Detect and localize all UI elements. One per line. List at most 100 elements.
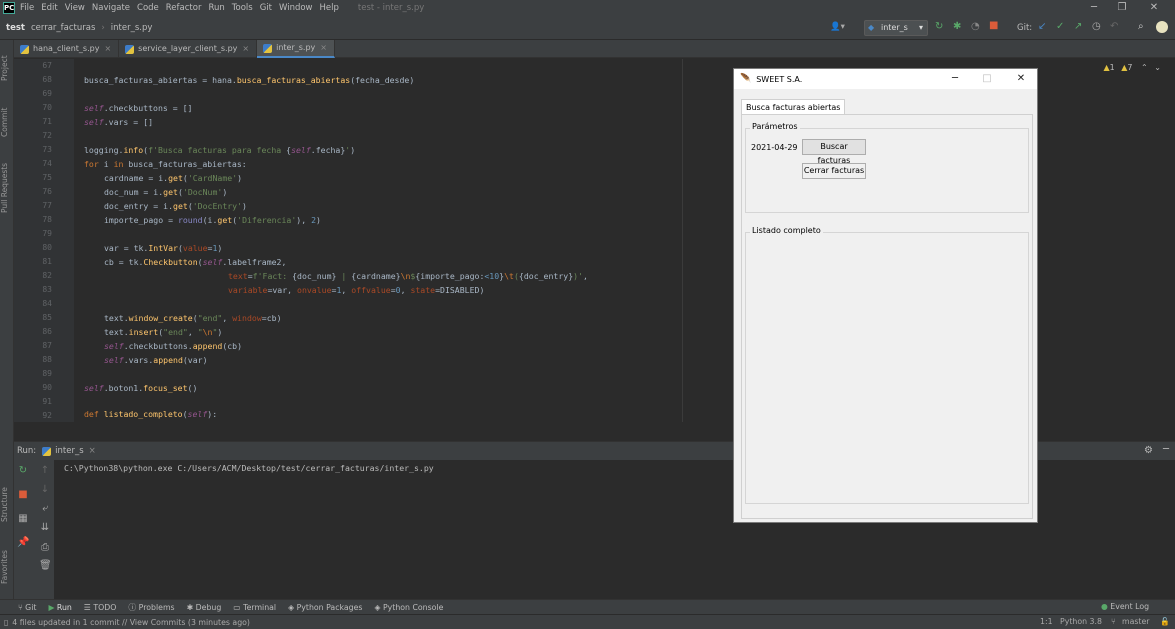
git-push-icon[interactable]: ↗ (1074, 21, 1082, 32)
menu-code[interactable]: Code (137, 3, 159, 13)
python-file-icon (125, 44, 135, 54)
editor-tabs: hana_client_s.py × service_layer_client_s… (14, 40, 1175, 58)
params-labelframe: Parámetros 2021-04-29 Buscar facturas Ce… (745, 122, 1029, 213)
code-line-78: importe_pago = round(i.get('Diferencia')… (104, 215, 321, 225)
menu-tools[interactable]: Tools (232, 3, 253, 13)
close-tab-icon[interactable]: × (320, 39, 327, 57)
git-commit-icon[interactable]: ✓ (1056, 21, 1064, 32)
tool-run[interactable]: ▶ Run (48, 603, 71, 612)
tab-service-layer-client[interactable]: service_layer_client_s.py × (119, 40, 258, 58)
inspection-widget[interactable]: ▲1 ▲7 ⌃ ⌄ (1103, 63, 1161, 72)
menu-refactor[interactable]: Refactor (166, 3, 202, 13)
tool-git[interactable]: ⑂ Git (18, 603, 36, 612)
favorites-tool-label[interactable]: Favorites (0, 545, 14, 590)
code-line-77: doc_entry = i.get('DocEntry') (104, 201, 247, 211)
caret-position[interactable]: 1:1 (1040, 617, 1053, 626)
breadcrumb-file[interactable]: inter_s.py (111, 23, 153, 33)
minimize-icon[interactable]: ─ (1080, 0, 1108, 16)
project-tool-label[interactable]: Project (0, 48, 14, 88)
structure-tool-label[interactable]: Structure (0, 480, 14, 530)
line-number: 69 (42, 89, 52, 98)
menu-help[interactable]: Help (320, 3, 339, 13)
avatar[interactable] (1156, 21, 1168, 33)
debug-icon[interactable]: ✱ (953, 21, 961, 32)
user-icon[interactable]: 👤▾ (830, 22, 845, 32)
pin-icon[interactable]: 📌 (17, 537, 29, 549)
menu-view[interactable]: View (65, 3, 85, 13)
chevron-up-icon[interactable]: ⌃ (1141, 63, 1148, 72)
git-update-icon[interactable]: ↙ (1038, 21, 1046, 32)
tool-python-packages[interactable]: ◈ Python Packages (288, 603, 362, 612)
rerun-icon[interactable]: ↻ (935, 21, 943, 32)
line-number: 81 (42, 257, 52, 266)
tk-close-icon[interactable]: ✕ (1005, 69, 1037, 89)
search-icon[interactable]: ⌕ (1138, 21, 1144, 32)
right-margin-guide (682, 59, 683, 422)
tool-python-console[interactable]: ◈ Python Console (374, 603, 443, 612)
close-tab-icon[interactable]: × (104, 40, 111, 58)
hide-icon[interactable]: ─ (1163, 444, 1169, 455)
stop-icon[interactable]: ■ (989, 20, 998, 31)
tool-todo[interactable]: ☰ TODO (84, 603, 117, 612)
console-output[interactable]: C:\Python38\python.exe C:/Users/ACM/Desk… (64, 463, 434, 473)
menu-git[interactable]: Git (260, 3, 272, 13)
commit-tool-label[interactable]: Commit (0, 102, 14, 142)
line-number: 87 (42, 341, 52, 350)
coverage-icon[interactable]: ◔ (971, 21, 980, 32)
tab-inter-s[interactable]: inter_s.py × (257, 40, 335, 58)
restore-icon[interactable]: ❐ (1108, 0, 1136, 16)
buscar-facturas-button[interactable]: Buscar facturas (802, 139, 866, 165)
status-bar: ▯ 4 files updated in 1 commit // View Co… (0, 614, 1175, 629)
code-line-85: text.window_create("end", window=cb) (104, 313, 282, 323)
chevron-down-icon[interactable]: ⌄ (1154, 63, 1161, 72)
menu-edit[interactable]: Edit (41, 3, 57, 13)
line-number: 76 (42, 187, 52, 196)
notebook-tab[interactable]: Busca facturas abiertas (741, 99, 846, 115)
status-message[interactable]: 4 files updated in 1 commit // View Comm… (12, 618, 250, 627)
tk-minimize-icon[interactable]: ─ (939, 69, 971, 89)
git-branch[interactable]: master (1122, 617, 1150, 626)
history-icon[interactable]: ◷ (1092, 21, 1101, 32)
print-icon[interactable]: ⎙ (39, 542, 51, 554)
tool-problems[interactable]: ⓘ Problems (128, 602, 174, 613)
run-tab-label[interactable]: inter_s (55, 446, 83, 456)
tab-hana-client[interactable]: hana_client_s.py × (14, 40, 120, 58)
soft-wrap-icon[interactable]: ⤶ (39, 503, 51, 515)
run-configuration-label: inter_s (881, 23, 908, 32)
breadcrumb-folder[interactable]: cerrar_facturas (31, 23, 95, 33)
down-icon[interactable]: ↓ (39, 484, 51, 496)
code-line-88: self.vars.append(var) (104, 355, 208, 365)
warning-count-a: 1 (1109, 63, 1115, 72)
stop-icon[interactable]: ■ (17, 489, 29, 501)
event-log-button[interactable]: ● Event Log (1101, 602, 1149, 611)
lock-icon[interactable]: 🔓 (1160, 617, 1170, 626)
close-run-tab-icon[interactable]: × (89, 446, 96, 456)
menu-navigate[interactable]: Navigate (92, 3, 130, 13)
scroll-to-end-icon[interactable]: ⇊ (39, 522, 51, 534)
close-tab-icon[interactable]: × (242, 40, 249, 58)
tool-terminal[interactable]: ▭ Terminal (233, 603, 276, 612)
notebook-page: Parámetros 2021-04-29 Buscar facturas Ce… (741, 114, 1033, 519)
run-toolbar: ↻ ↑ ↓ ■ ⤶ ▦ ⇊ 📌 ⎙ 🗑 (14, 460, 54, 600)
up-icon[interactable]: ↑ (39, 465, 51, 477)
run-configuration-select[interactable]: ◆ inter_s ▾ (864, 20, 928, 36)
menu-file[interactable]: File (20, 3, 34, 13)
interpreter-indicator[interactable]: Python 3.8 (1060, 617, 1102, 626)
breadcrumb-project[interactable]: test (6, 23, 25, 33)
menu-run[interactable]: Run (208, 3, 224, 13)
breadcrumb-separator-icon: › (101, 22, 105, 33)
tool-debug[interactable]: ✱ Debug (187, 603, 222, 612)
pull-requests-tool-label[interactable]: Pull Requests (0, 158, 14, 218)
rollback-icon[interactable]: ↶ (1110, 21, 1118, 32)
close-icon[interactable]: ✕ (1140, 0, 1168, 16)
code-line-81: cb = tk.Checkbutton(self.labelframe2, (104, 257, 287, 267)
gear-icon[interactable]: ⚙ (1144, 445, 1153, 456)
trash-icon[interactable]: 🗑 (39, 560, 52, 572)
rerun-icon[interactable]: ↻ (17, 465, 29, 477)
cerrar-facturas-button[interactable]: Cerrar facturas (802, 163, 866, 179)
layout-icon[interactable]: ▦ (17, 513, 29, 525)
menu-window[interactable]: Window (279, 3, 313, 13)
code-line-82: text=f'Fact: {doc_num} | {cardname}\n${i… (228, 271, 588, 281)
line-number: 79 (42, 229, 52, 238)
tk-maximize-icon[interactable]: □ (971, 69, 1003, 89)
